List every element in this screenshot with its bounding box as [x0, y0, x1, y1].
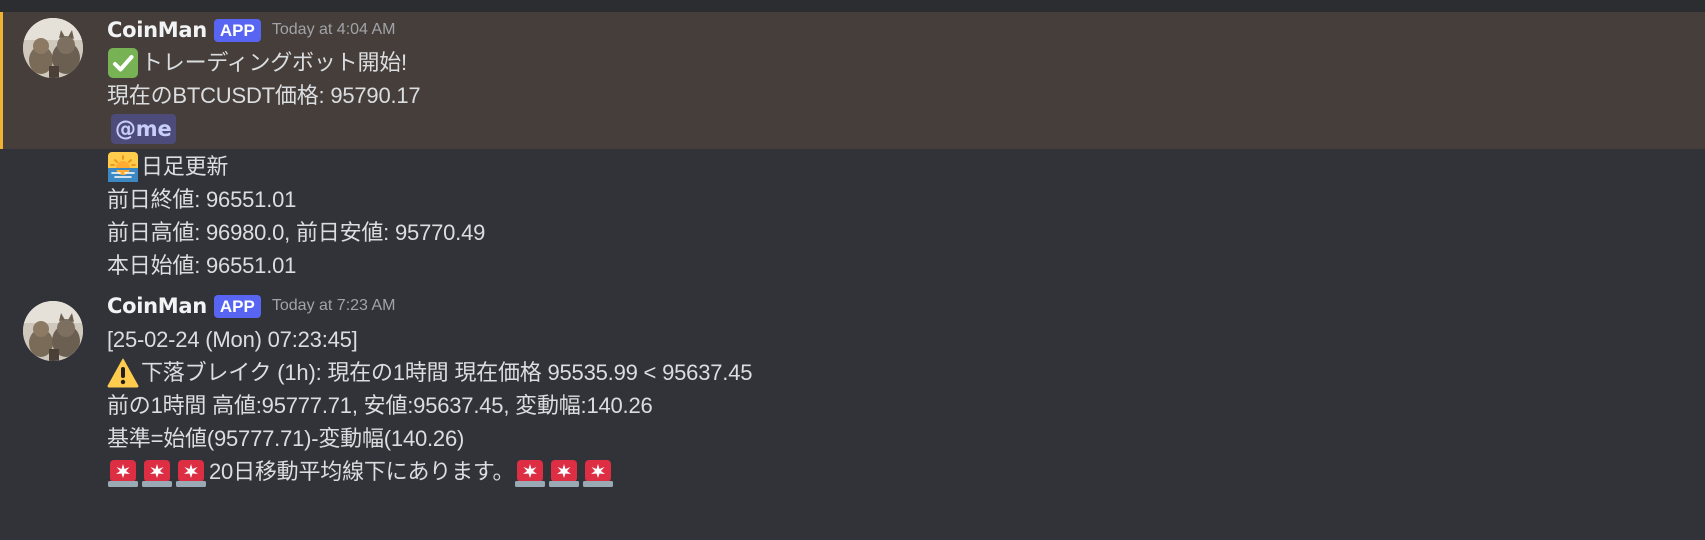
message-content: [25-02-24 (Mon) 07:23:45] 下落ブレイク (1h): 現…	[107, 323, 752, 488]
message-line: [25-02-24 (Mon) 07:23:45]	[107, 323, 752, 356]
top-divider	[0, 0, 1705, 12]
avatar-image	[23, 18, 83, 78]
warning-icon	[107, 357, 139, 389]
message-text: 前日高値: 96980.0, 前日安値: 95770.49	[107, 220, 486, 245]
app-badge: APP	[213, 18, 261, 42]
rotating-light-icon	[141, 456, 173, 488]
message-line: 本日始値: 96551.01	[107, 249, 485, 282]
message-text: 前の1時間 高値:95777.71, 安値:95637.45, 変動幅:140.…	[107, 393, 653, 418]
message-line: 日足更新	[107, 150, 485, 183]
message-text: 前日終値: 96551.01	[107, 187, 297, 212]
sunrise-icon	[107, 151, 139, 183]
message-text: [25-02-24 (Mon) 07:23:45]	[107, 327, 358, 352]
message-text: 下落ブレイク (1h): 現在の1時間 現在価格 95535.99 < 9563…	[141, 360, 753, 385]
message-text: 現在のBTCUSDT価格: 95790.17	[107, 83, 421, 108]
message-line: トレーディングボット開始!	[107, 46, 485, 79]
message-line: 現在のBTCUSDT価格: 95790.17	[107, 79, 485, 112]
message-header: CoinMan APP Today at 7:23 AM	[107, 291, 396, 321]
rotating-light-icon	[514, 456, 546, 488]
message-header: CoinMan APP Today at 4:04 AM	[107, 15, 396, 45]
username[interactable]: CoinMan	[107, 18, 207, 42]
message-line: 下落ブレイク (1h): 現在の1時間 現在価格 95535.99 < 9563…	[107, 356, 752, 389]
message-line: 前の1時間 高値:95777.71, 安値:95637.45, 変動幅:140.…	[107, 389, 752, 422]
avatar-image	[23, 301, 83, 361]
avatar[interactable]	[23, 18, 83, 78]
mention-indicator-bar	[0, 12, 3, 149]
timestamp[interactable]: Today at 7:23 AM	[272, 297, 396, 315]
message-text: 20日移動平均線下にあります。	[209, 459, 515, 484]
white-check-mark-icon	[107, 47, 139, 79]
username[interactable]: CoinMan	[107, 294, 207, 318]
message-line: @me	[107, 112, 485, 146]
message-line: 前日高値: 96980.0, 前日安値: 95770.49	[107, 216, 485, 249]
message-text: 日足更新	[141, 154, 229, 179]
timestamp[interactable]: Today at 4:04 AM	[272, 21, 396, 39]
message-line: 基準=始値(95777.71)-変動幅(140.26)	[107, 422, 752, 455]
message-text: 基準=始値(95777.71)-変動幅(140.26)	[107, 426, 465, 451]
user-mention[interactable]: @me	[111, 114, 176, 144]
rotating-light-icon	[582, 456, 614, 488]
message-text: 本日始値: 96551.01	[107, 253, 297, 278]
message-line: 20日移動平均線下にあります。	[107, 455, 752, 488]
rotating-light-icon	[175, 456, 207, 488]
rotating-light-icon	[107, 456, 139, 488]
message-content: トレーディングボット開始! 現在のBTCUSDT価格: 95790.17 @me…	[107, 46, 485, 282]
avatar[interactable]	[23, 301, 83, 361]
message-line: 前日終値: 96551.01	[107, 183, 485, 216]
message-text: トレーディングボット開始!	[141, 50, 407, 75]
app-badge: APP	[213, 294, 261, 318]
chat-message-list: CoinMan APP Today at 4:04 AM トレーディングボット開…	[0, 0, 1705, 540]
rotating-light-icon	[548, 456, 580, 488]
